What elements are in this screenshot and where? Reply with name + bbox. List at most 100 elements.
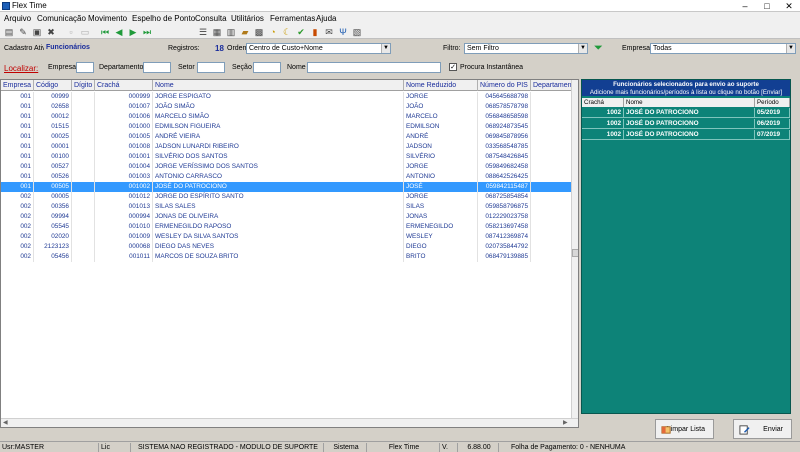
table-cell: 00526	[34, 172, 72, 182]
menu-utilitarios[interactable]: Utilitários	[231, 14, 264, 23]
filter-icon[interactable]: ⏷	[594, 42, 606, 54]
table-row[interactable]: 001 00001 001008 JADSON LUNARDI RIBEIRO JADS…	[1, 142, 572, 152]
col-pis[interactable]: Número do PIS	[478, 80, 531, 91]
antenna-icon[interactable]: Ψ	[338, 27, 348, 37]
horizontal-scrollbar[interactable]: ◀ ▶	[1, 418, 578, 427]
edit-icon[interactable]: ✎	[18, 27, 28, 37]
close-button[interactable]: ✕	[778, 0, 800, 12]
table-cell: 001005	[95, 132, 153, 142]
list-item[interactable]: 1002 JOSÉ DO PATROCIONO 06/2019	[582, 119, 790, 129]
table-cell: 068725854854	[478, 192, 531, 202]
scroll-right-icon[interactable]: ▶	[563, 419, 568, 426]
first-record-icon[interactable]: ⏮	[100, 27, 110, 37]
scroll-left-icon[interactable]: ◀	[3, 419, 8, 426]
empresa-select[interactable]: Todas ▼	[650, 43, 796, 54]
col-digito[interactable]: Dígito	[72, 80, 95, 91]
report-icon[interactable]: ▦	[212, 27, 222, 37]
col-empresa[interactable]: Empresa	[1, 80, 34, 91]
table-row[interactable]: 001 00526 001003 ANTONIO CARRASCO ANTONIO 088…	[1, 172, 572, 182]
card-icon[interactable]: ▮	[310, 27, 320, 37]
last-record-icon[interactable]: ⏭	[142, 27, 152, 37]
chevron-down-icon[interactable]: ▼	[578, 44, 587, 53]
new-icon[interactable]: ▤	[4, 27, 14, 37]
menu-consulta[interactable]: Consulta	[195, 14, 227, 23]
table-row[interactable]: 002 00005 001012 JORGE DO ESPÍRITO SANTO JOR…	[1, 192, 572, 202]
table-cell: 001	[1, 172, 34, 182]
table-row[interactable]: 001 00100 001001 SILVÉRIO DOS SANTOS SILVÉRI…	[1, 152, 572, 162]
menu-ajuda[interactable]: Ajuda	[316, 14, 336, 23]
clock-icon[interactable]: ◔	[268, 27, 278, 37]
table-cell	[72, 132, 95, 142]
enviar-button[interactable]: Enviar	[733, 419, 792, 439]
table-cell: JOÃO SIMÃO	[153, 102, 404, 112]
col-departamento[interactable]: Departamen	[531, 80, 572, 91]
title-bar: Flex Time – □ ✕	[0, 0, 800, 12]
table-row[interactable]: 002 05456 001011 MARCOS DE SOUZA BRITO BRITO…	[1, 252, 572, 262]
check-icon[interactable]: ✔	[296, 27, 306, 37]
procura-checkbox[interactable]: ✓	[449, 63, 457, 71]
minimize-button[interactable]: –	[734, 0, 756, 12]
col-nome-reduzido[interactable]: Nome Reduzido	[404, 80, 478, 91]
prev-record-icon[interactable]: ◀	[114, 27, 124, 37]
table-row[interactable]: 001 00527 001004 JORGE VERÍSSIMO DOS SANTOS…	[1, 162, 572, 172]
ordem-select[interactable]: Centro de Custo+Nome ▼	[246, 43, 391, 54]
table-cell: 068578578798	[478, 102, 531, 112]
grid-icon[interactable]: ▥	[226, 27, 236, 37]
menu-ferramentas[interactable]: Ferramentas	[270, 14, 315, 23]
table-row[interactable]: 001 00505 001002 JOSÉ DO PATROCIONO JOSÉ 0598…	[1, 182, 572, 192]
filtro-select[interactable]: Sem Filtro ▼	[464, 43, 588, 54]
table-row[interactable]: 002 05545 001010 ERMENEGILDO RAPOSO ERMENEGI…	[1, 222, 572, 232]
col-nome[interactable]: Nome	[153, 80, 404, 91]
device-icon[interactable]: ▧	[352, 27, 362, 37]
table-row[interactable]: 002 2123123 000068 DIEGO DAS NEVES DIEGO 0207…	[1, 242, 572, 252]
cancel-icon[interactable]: ▭	[80, 27, 90, 37]
menu-arquivo[interactable]: Arquivo	[4, 14, 31, 23]
col-periodo[interactable]: Período	[755, 98, 790, 107]
table-row[interactable]: 002 00356 001013 SILAS SALES SILAS 0598587968…	[1, 202, 572, 212]
next-record-icon[interactable]: ▶	[128, 27, 138, 37]
folder-icon[interactable]: ▰	[240, 27, 250, 37]
table-cell: 05545	[34, 222, 72, 232]
secao-search-input[interactable]	[253, 62, 281, 73]
message-icon[interactable]: ✉	[324, 27, 334, 37]
table-row[interactable]: 001 00025 001005 ANDRÉ VIEIRA ANDRÉ 069845878…	[1, 132, 572, 142]
maximize-button[interactable]: □	[756, 0, 778, 12]
col-cracha[interactable]: Crachá	[582, 98, 624, 107]
delete-icon[interactable]: ✖	[46, 27, 56, 37]
table-row[interactable]: 002 02020 001009 WESLEY DA SILVA SANTOS WESL…	[1, 232, 572, 242]
table-cell	[72, 242, 95, 252]
list-item[interactable]: 1002 JOSÉ DO PATROCIONO 05/2019	[582, 108, 790, 118]
table-row[interactable]: 001 00999 000999 JORGE ESPIGATO JORGE 0456456…	[1, 92, 572, 102]
chevron-down-icon[interactable]: ▼	[786, 44, 795, 53]
menu-comunicacao[interactable]: Comunicação	[37, 14, 86, 23]
empresa-search-input[interactable]	[76, 62, 94, 73]
table-row[interactable]: 001 00012 001006 MARCELO SIMÃO MARCELO 056848…	[1, 112, 572, 122]
table-cell	[72, 92, 95, 102]
table-row[interactable]: 001 01515 001000 EDMILSON FIGUEIRA EDMILSON 0…	[1, 122, 572, 132]
chevron-down-icon[interactable]: ▼	[381, 44, 390, 53]
vertical-scrollbar[interactable]	[571, 80, 578, 418]
setor-search-input[interactable]	[197, 62, 225, 73]
menu-movimento[interactable]: Movimento	[88, 14, 127, 23]
record-icon[interactable]: ▣	[32, 27, 42, 37]
departamento-search-input[interactable]	[143, 62, 171, 73]
nome-search-input[interactable]	[307, 62, 441, 73]
col-codigo[interactable]: Código	[34, 80, 72, 91]
col-cracha[interactable]: Crachá	[95, 80, 153, 91]
calendar-icon[interactable]: ▩	[254, 27, 264, 37]
moon-icon[interactable]: ☾	[282, 27, 292, 37]
save-icon[interactable]: ▫	[66, 27, 76, 37]
scroll-thumb[interactable]	[572, 249, 578, 257]
table-cell: 001001	[95, 152, 153, 162]
list-icon[interactable]: ☰	[198, 27, 208, 37]
table-row[interactable]: 002 09994 000994 JONAS DE OLIVEIRA JONAS 0122…	[1, 212, 572, 222]
table-cell	[531, 172, 572, 182]
cadastro-value: Funcionários	[44, 43, 164, 54]
limpar-lista-button[interactable]: Limpar Lista	[655, 419, 714, 439]
table-row[interactable]: 001 02658 001007 JOÃO SIMÃO JOÃO 068578578798	[1, 102, 572, 112]
menu-espelho-de-ponto[interactable]: Espelho de Ponto	[132, 14, 195, 23]
employees-grid[interactable]: Empresa Código Dígito Crachá Nome Nome R…	[0, 79, 579, 428]
table-cell: 001002	[95, 182, 153, 192]
list-item[interactable]: 1002 JOSÉ DO PATROCIONO 07/2019	[582, 130, 790, 140]
col-nome[interactable]: Nome	[624, 98, 755, 107]
